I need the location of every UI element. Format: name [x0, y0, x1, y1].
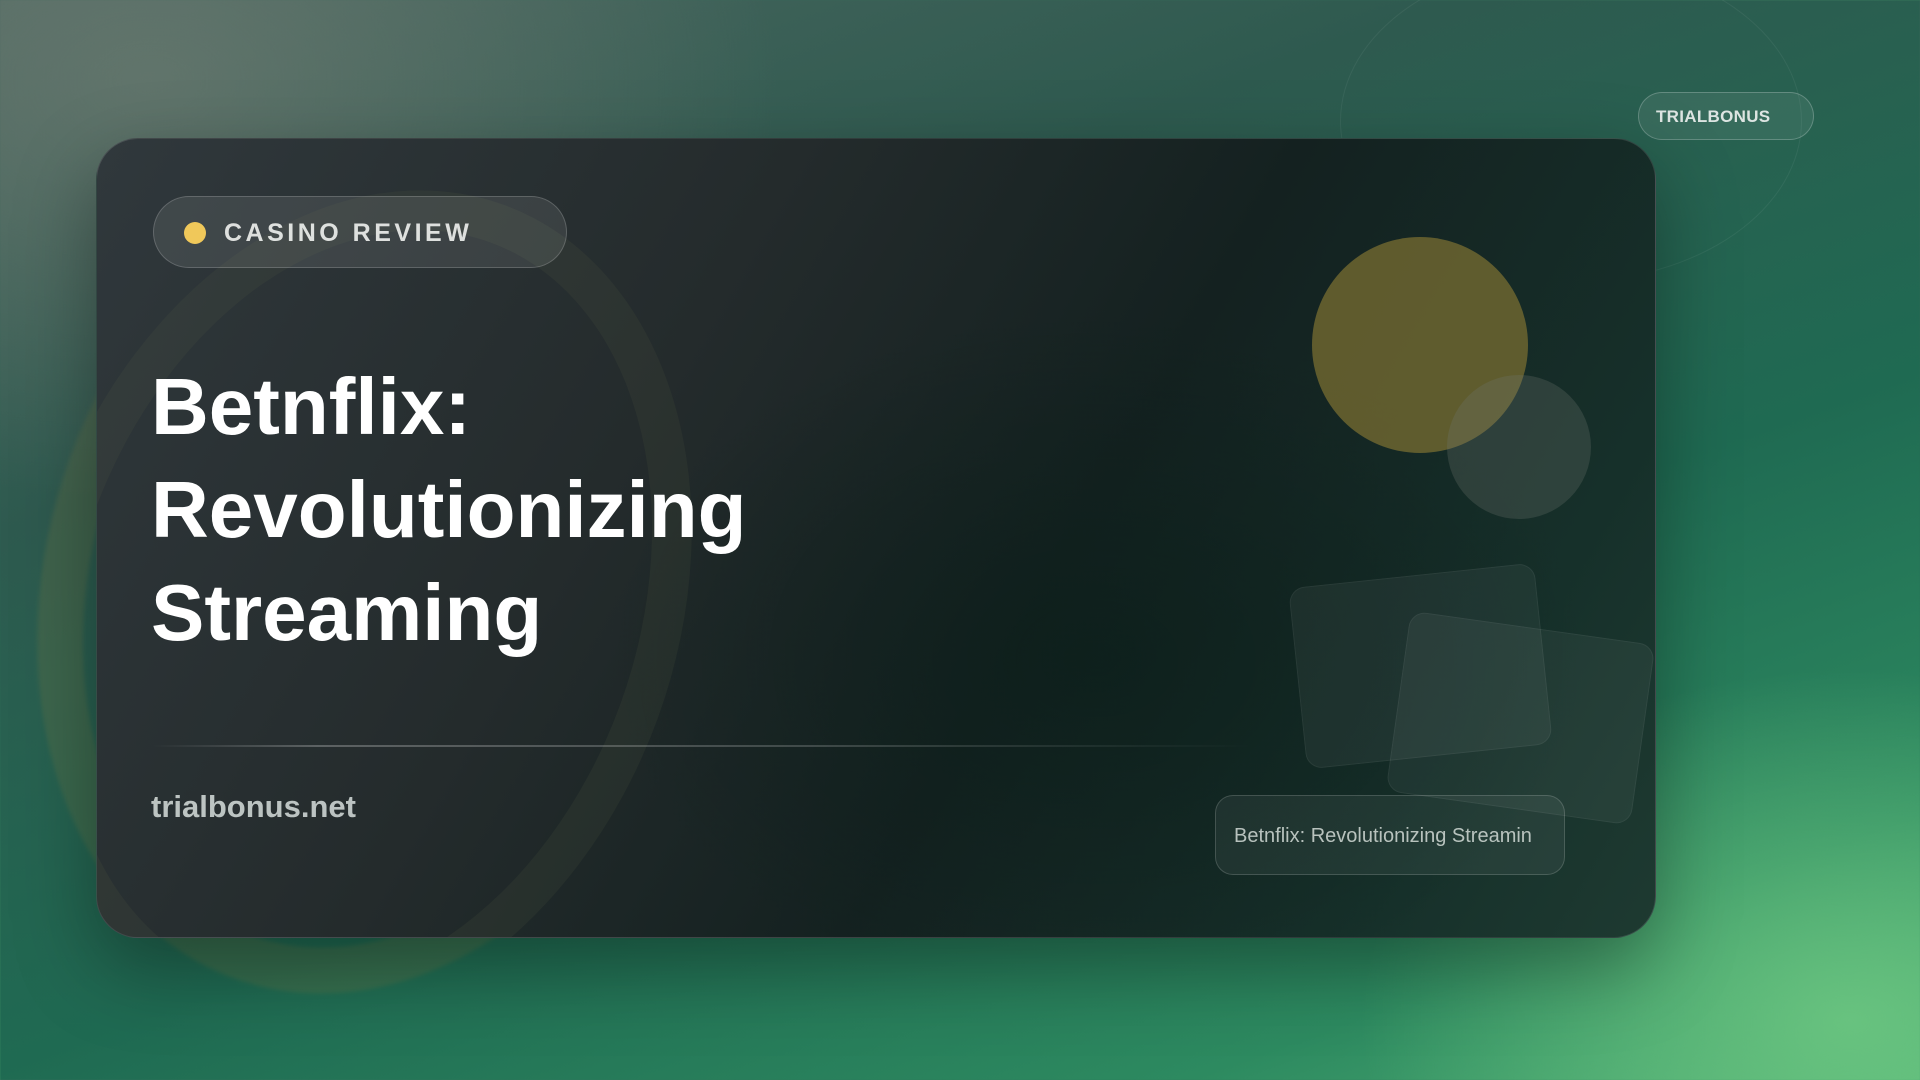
title-line: Betnflix:	[151, 362, 471, 451]
category-pill: CASINO REVIEW	[153, 196, 567, 268]
brand-badge-label: TRIALBONUS	[1656, 107, 1771, 126]
brand-badge: TRIALBONUS	[1638, 92, 1814, 140]
category-label: CASINO REVIEW	[224, 219, 473, 247]
title-line: Revolutionizing	[151, 465, 747, 554]
title-chip: Betnflix: Revolutionizing Streamin	[1215, 795, 1565, 875]
hero-card: CASINO REVIEW Betnflix: Revolutionizing …	[96, 138, 1656, 938]
grey-coin-decoration	[1447, 375, 1591, 519]
title-line: Streaming	[151, 568, 543, 657]
category-dot-icon	[184, 222, 206, 244]
playing-card-decoration	[1385, 610, 1655, 826]
site-name: trialbonus.net	[151, 789, 356, 824]
divider	[153, 745, 1253, 747]
page-title: Betnflix: Revolutionizing Streaming	[151, 355, 951, 664]
